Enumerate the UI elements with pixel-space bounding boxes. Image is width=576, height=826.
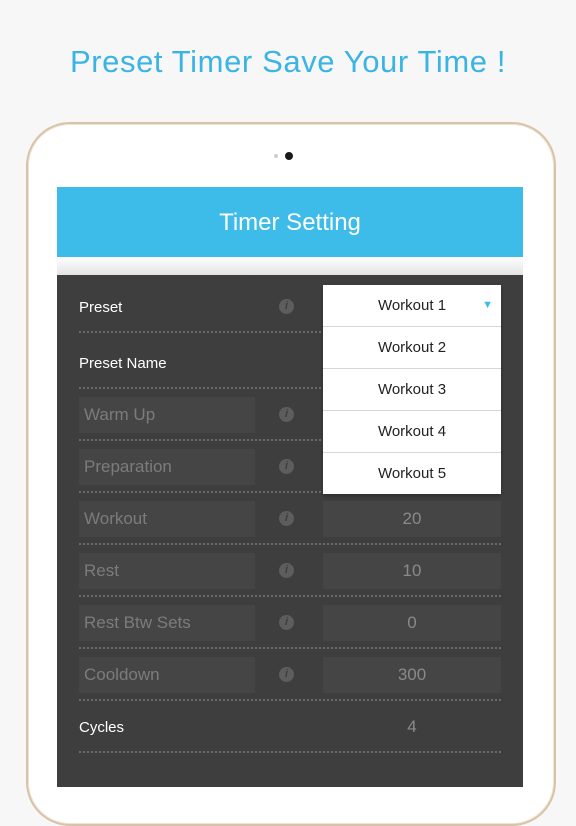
cycles-value[interactable]: 4 [323,709,501,745]
dropdown-option[interactable]: Workout 4 [323,411,501,453]
divider [79,751,501,753]
dropdown-option[interactable]: Workout 2 [323,327,501,369]
info-icon[interactable]: i [279,667,294,682]
workout-label: Workout [79,501,255,537]
rest-btw-sets-value[interactable]: 0 [323,605,501,641]
info-icon[interactable]: i [279,459,294,474]
rest-btw-sets-row: Rest Btw Sets i 0 [79,597,501,649]
caret-down-icon: ▼ [482,299,493,311]
preset-select[interactable]: Workout 1 ▼ [323,285,501,327]
rest-value[interactable]: 10 [323,553,501,589]
cycles-label: Cycles [79,719,125,736]
rest-row: Rest i 10 [79,545,501,597]
info-icon[interactable]: i [279,511,294,526]
workout-row: Workout i 20 [79,493,501,545]
rest-label: Rest [79,553,255,589]
dropdown-option[interactable]: Workout 5 [323,453,501,494]
front-camera [285,152,293,160]
headline: Preset Timer Save Your Time ! [69,44,507,79]
nav-bar-shadow [57,257,523,275]
nav-bar: Timer Setting [57,187,523,257]
info-icon[interactable]: i [279,615,294,630]
cooldown-value[interactable]: 300 [323,657,501,693]
workout-value[interactable]: 20 [323,501,501,537]
app-screen: Timer Setting Preset i Preset Name Warm … [57,187,523,787]
page-title: Timer Setting [219,209,361,236]
preset-selected-value: Workout 1 [377,297,447,314]
preparation-label: Preparation [79,449,255,485]
info-icon[interactable]: i [279,299,294,314]
sensor-dot [274,154,278,158]
info-icon[interactable]: i [279,407,294,422]
info-icon[interactable]: i [279,563,294,578]
dropdown-option[interactable]: Workout 3 [323,369,501,411]
cooldown-label: Cooldown [79,657,255,693]
rest-btw-sets-label: Rest Btw Sets [79,605,255,641]
warm-up-label: Warm Up [79,397,255,433]
cooldown-row: Cooldown i 300 [79,649,501,701]
cycles-row: Cycles 4 [79,701,501,753]
preset-name-label: Preset Name [79,355,167,372]
preset-dropdown[interactable]: Workout 1 ▼ Workout 2 Workout 3 Workout … [323,285,501,494]
preset-label: Preset [79,299,123,316]
